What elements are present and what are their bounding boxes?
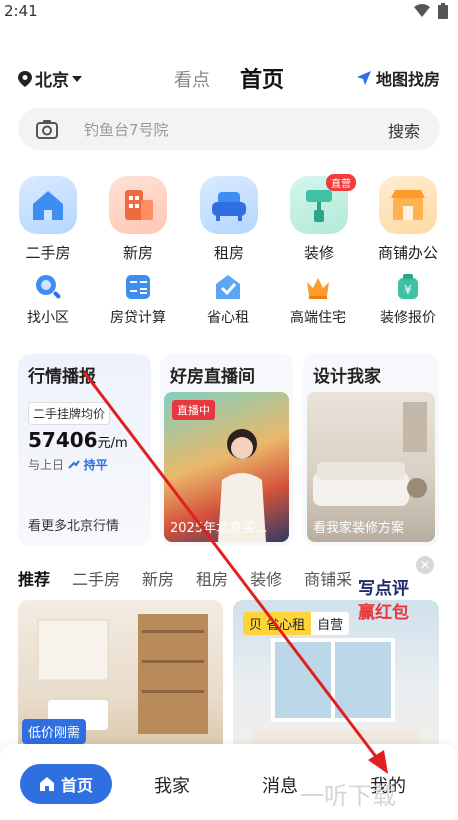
low-price-tag: 低价刚需 [22, 719, 87, 744]
search-input[interactable]: 钓鱼台7号院 [84, 119, 169, 140]
avg-price: 57406元/m [28, 428, 128, 452]
more-market-link[interactable]: 看更多北京行情 [28, 515, 119, 534]
brand-tag-text: 贝 [249, 618, 263, 633]
sub-category-label: 高端住宅 [290, 310, 346, 326]
review-promo-badge[interactable]: ✕ 写点评 赢红包 [356, 556, 436, 626]
category-label: 装修 [303, 244, 334, 262]
check-home-icon [213, 272, 243, 302]
sub-luxury-home[interactable]: 高端住宅 [273, 272, 363, 327]
sub-category-label: 省心租 [207, 310, 249, 326]
calculator-icon [123, 272, 153, 302]
caret-down-icon [72, 75, 82, 82]
design-home-card[interactable]: 设计我家 看我家装修方案 [303, 354, 439, 546]
sub-category-grid: 找小区 房贷计算 省心租 高端住宅 ¥ 装修报价 [0, 272, 458, 332]
nav-my-home[interactable]: 我家 [154, 772, 190, 798]
city-name: 北京 [35, 71, 69, 91]
live-caption: 2025年北京买... [170, 521, 268, 536]
promo-line-2: 赢红包 [358, 603, 409, 623]
category-decoration[interactable]: 直营 装修 [279, 174, 359, 263]
status-time: 2:41 [4, 2, 38, 20]
market-report-card[interactable]: 行情播报 二手挂牌均价 57406元/m 与上日 持平 看更多北京行情 [18, 354, 151, 546]
promo-line-1: 写点评 [358, 579, 409, 599]
map-find-label: 地图找房 [375, 70, 440, 89]
worry-free-rent-tag: 贝 省心租 自营 [243, 612, 350, 635]
price-bag-icon: ¥ [393, 272, 423, 302]
tab-home[interactable]: 首页 [240, 62, 284, 94]
close-icon[interactable]: ✕ [416, 556, 434, 574]
map-find-button[interactable]: 地图找房 [356, 66, 440, 90]
camera-icon[interactable] [36, 119, 58, 139]
sub-find-community[interactable]: 找小区 [3, 272, 93, 327]
tab-decoration[interactable]: 装修 [250, 566, 282, 590]
tab-rent[interactable]: 租房 [196, 566, 228, 590]
tab-shop[interactable]: 商铺采 [304, 566, 352, 590]
nav-home-label: 首页 [60, 776, 93, 795]
feed-card-listing[interactable]: 低价刚需 [18, 600, 223, 760]
price-unit: 元/m [97, 436, 128, 451]
main-category-grid: 二手房 新房 租房 直营 装修 商铺办公 [0, 174, 458, 266]
wifi-icon [414, 4, 430, 17]
status-bar: 2:41 [0, 0, 458, 24]
compare-label: 与上日 [28, 458, 65, 472]
status-icons [414, 3, 448, 19]
brand-tag: 贝 省心租 [243, 612, 312, 635]
building-icon [109, 176, 167, 234]
sub-decoration-quote[interactable]: ¥ 装修报价 [363, 272, 453, 327]
listing-avg-tag: 二手挂牌均价 [28, 402, 111, 425]
house-icon [19, 176, 77, 234]
home-icon [39, 777, 54, 791]
sub-category-label: 房贷计算 [110, 310, 166, 326]
category-shop-office[interactable]: 商铺办公 [368, 176, 448, 263]
trend-row: 与上日 持平 [28, 456, 108, 473]
live-thumbnail[interactable]: 直播中 2025年北京买... [164, 392, 289, 542]
category-newhouse[interactable]: 新房 [98, 176, 178, 263]
trend-value: 持平 [83, 458, 108, 472]
design-thumbnail[interactable]: 看我家装修方案 [307, 392, 435, 542]
tab-newhouse[interactable]: 新房 [142, 566, 174, 590]
watermark: 一听下载 [300, 776, 396, 811]
tab-recommend[interactable]: 推荐 [18, 566, 50, 590]
sub-loan-calc[interactable]: 房贷计算 [93, 272, 183, 327]
magnifier-icon [33, 272, 63, 302]
nav-messages[interactable]: 消息 [262, 772, 298, 798]
category-secondhand[interactable]: 二手房 [8, 176, 88, 263]
direct-badge: 直营 [326, 174, 356, 191]
top-bar: 北京 看点 首页 地图找房 [0, 62, 458, 96]
svg-text:¥: ¥ [404, 283, 412, 297]
price-value: 57406 [28, 428, 98, 452]
sub-category-label: 装修报价 [380, 310, 436, 326]
card-title: 好房直播间 [170, 367, 255, 387]
design-caption: 看我家装修方案 [313, 521, 405, 536]
tab-secondhand[interactable]: 二手房 [72, 566, 120, 590]
nav-home[interactable]: 首页 [20, 764, 112, 804]
city-selector[interactable]: 北京 [18, 66, 82, 91]
search-button[interactable]: 搜索 [388, 118, 420, 142]
paint-roller-icon: 直营 [290, 174, 356, 234]
crown-icon [303, 272, 333, 302]
search-bar[interactable]: 钓鱼台7号院 搜索 [18, 108, 440, 150]
live-badge: 直播中 [172, 400, 215, 420]
battery-icon [438, 3, 448, 19]
trend-arrow-icon [68, 460, 80, 469]
card-title: 行情播报 [28, 367, 96, 387]
card-title: 设计我家 [313, 367, 381, 387]
category-label: 租房 [213, 244, 244, 262]
shop-icon [379, 176, 437, 234]
live-room-card[interactable]: 好房直播间 直播中 2025年北京买... [160, 354, 293, 546]
self-operated-tag: 自营 [311, 612, 350, 635]
category-label: 商铺办公 [377, 244, 438, 262]
category-label: 二手房 [25, 244, 71, 262]
rent-type-text: 省心租 [266, 618, 306, 633]
navigation-arrow-icon [356, 71, 371, 85]
category-label: 新房 [122, 244, 153, 262]
sub-worry-free-rent[interactable]: 省心租 [183, 272, 273, 327]
watermark-text: 一听下载 [300, 782, 396, 810]
sofa-icon [200, 176, 258, 234]
location-pin-icon [18, 70, 32, 87]
feature-cards: 行情播报 二手挂牌均价 57406元/m 与上日 持平 看更多北京行情 好房直播… [0, 354, 458, 549]
sub-category-label: 找小区 [27, 310, 69, 326]
tab-kandian[interactable]: 看点 [174, 66, 210, 92]
category-rent[interactable]: 租房 [189, 176, 269, 263]
